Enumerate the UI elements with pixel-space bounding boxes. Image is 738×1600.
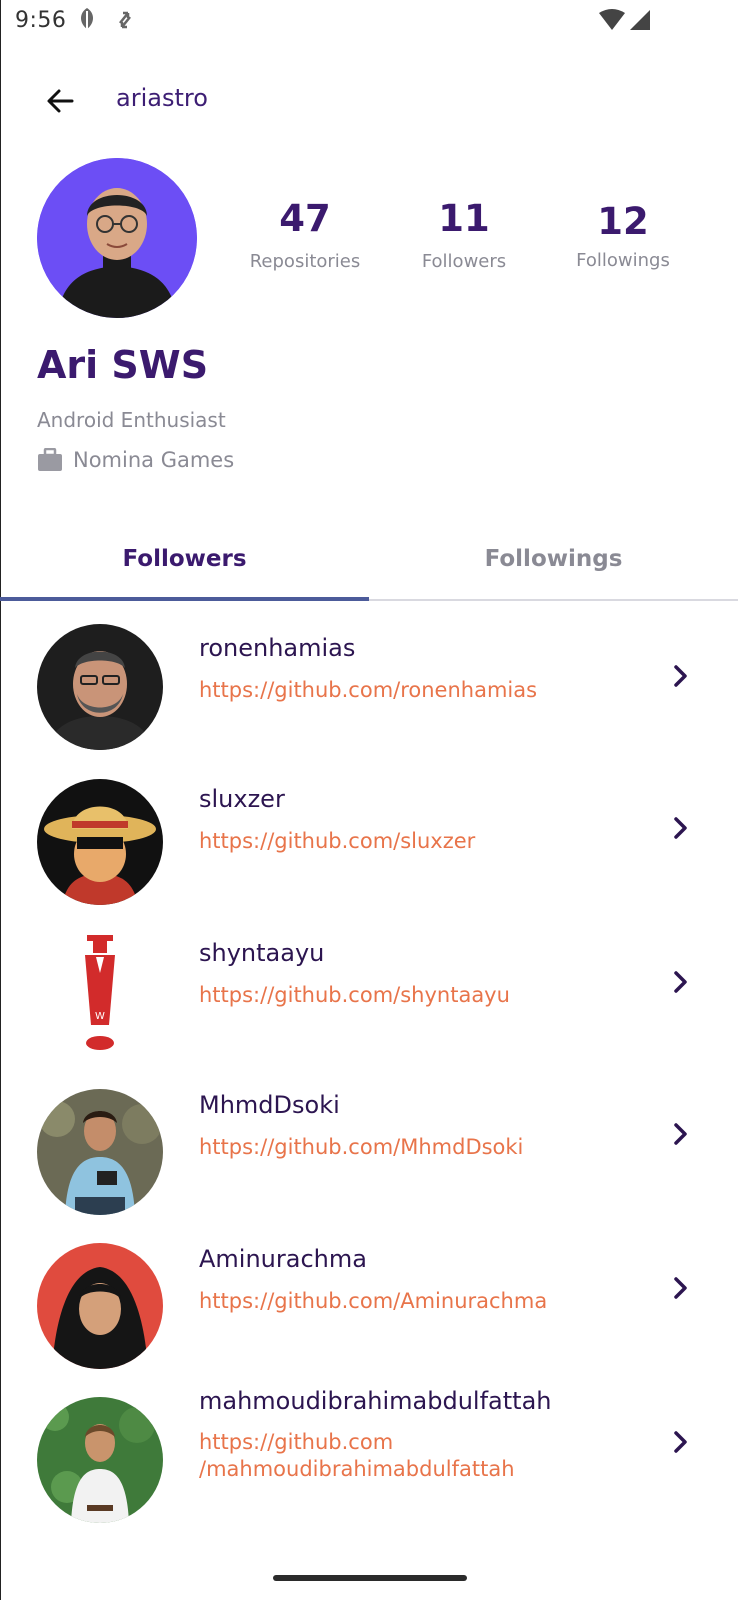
- stat-followers-label: Followers: [421, 251, 507, 272]
- leaf-notification-icon: [81, 8, 93, 31]
- follower-avatar: [37, 1397, 163, 1523]
- follower-avatar: [37, 1243, 163, 1369]
- follower-url: https://github.com/ronenhamias: [199, 678, 538, 702]
- follower-row[interactable]: ronenhamias https://github.com/ronenhami…: [0, 609, 738, 763]
- chevron-right-icon: [674, 1123, 687, 1145]
- home-indicator[interactable]: [273, 1575, 467, 1581]
- follower-url: https://github.com/MhmdDsoki: [199, 1135, 524, 1159]
- svg-text:W: W: [95, 1011, 105, 1022]
- follower-avatar: [37, 1089, 163, 1215]
- stat-followings-label: Followings: [576, 250, 670, 271]
- arrow-back-icon: [47, 89, 74, 113]
- follower-login: shyntaayu: [199, 939, 325, 967]
- chevron-right-icon: [674, 1277, 687, 1299]
- follower-avatar: W: [37, 933, 163, 1059]
- follower-url: https://github.com /mahmoudibrahimabdulf…: [199, 1430, 515, 1481]
- app-bar-title: ariastro: [116, 84, 208, 112]
- follower-row[interactable]: W shyntaayu https://github.com/shyntaayu: [0, 917, 738, 1071]
- tab-followers[interactable]: Followers: [0, 520, 369, 598]
- company-row: Nomina Games: [37, 448, 234, 472]
- profile-company: Nomina Games: [73, 448, 235, 472]
- stat-followers: 11 Followers: [399, 197, 529, 272]
- follower-url: https://github.com/Aminurachma: [199, 1289, 548, 1313]
- wifi-icon: [599, 9, 625, 30]
- stat-repositories-value: 47: [279, 197, 331, 240]
- sync-notification-icon: [119, 11, 131, 29]
- tab-followings[interactable]: Followings: [369, 520, 738, 598]
- follower-login: ronenhamias: [199, 634, 356, 662]
- stat-repositories-label: Repositories: [249, 251, 361, 272]
- stat-repositories: 47 Repositories: [240, 197, 370, 272]
- follower-url: https://github.com/shyntaayu: [199, 983, 510, 1007]
- follower-avatar: [37, 779, 163, 905]
- follower-login: mahmoudibrahimabdulfattah: [199, 1387, 552, 1415]
- follower-row[interactable]: MhmdDsoki https://github.com/MhmdDsoki: [0, 1071, 738, 1225]
- follower-login: sluxzer: [199, 785, 285, 813]
- tab-indicator: [0, 597, 369, 601]
- chevron-right-icon: [674, 971, 687, 993]
- follower-row[interactable]: sluxzer https://github.com/sluxzer: [0, 763, 738, 917]
- follower-row[interactable]: Aminurachma https://github.com/Aminurach…: [0, 1225, 738, 1379]
- follower-url: https://github.com/sluxzer: [199, 829, 476, 853]
- back-button[interactable]: [28, 73, 92, 129]
- stat-followings-value: 12: [597, 200, 649, 243]
- chevron-right-icon: [674, 817, 687, 839]
- stat-followers-value: 11: [438, 197, 490, 240]
- briefcase-icon: [38, 448, 62, 471]
- cellular-signal-icon: [630, 10, 650, 30]
- follower-login: Aminurachma: [199, 1245, 367, 1273]
- status-time: 9:56: [15, 8, 67, 33]
- follower-row[interactable]: mahmoudibrahimabdulfattah https://github…: [0, 1379, 738, 1533]
- chevron-right-icon: [674, 665, 687, 687]
- stat-followings: 12 Followings: [558, 200, 688, 271]
- profile-bio: Android Enthusiast: [37, 408, 226, 432]
- profile-avatar: [37, 158, 197, 318]
- follower-avatar: [37, 624, 163, 750]
- follower-login: MhmdDsoki: [199, 1091, 340, 1119]
- profile-name: Ari SWS: [37, 343, 209, 387]
- chevron-right-icon: [674, 1431, 687, 1453]
